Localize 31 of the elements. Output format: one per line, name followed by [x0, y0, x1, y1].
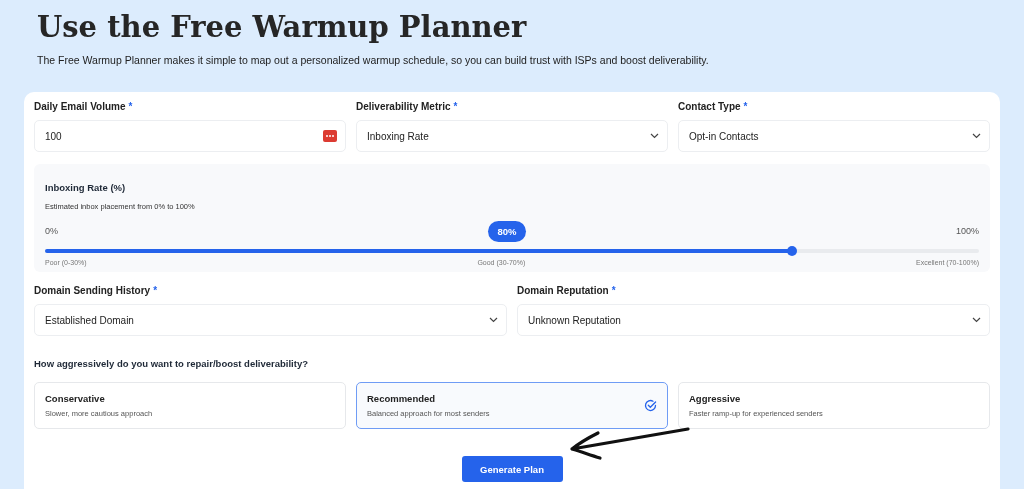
min-label: 0% — [45, 226, 58, 236]
required-mark: * — [611, 285, 616, 297]
chevron-down-icon — [489, 317, 498, 323]
field-label: Deliverability Metric — [356, 101, 451, 113]
value-bubble: 80% — [488, 220, 526, 242]
select-field[interactable]: Unknown Reputation — [517, 304, 990, 336]
input-field[interactable]: 100 — [34, 120, 346, 152]
required-mark: * — [153, 285, 158, 297]
chevron-down-icon — [972, 317, 981, 323]
slider-title: Inboxing Rate (%) — [45, 182, 126, 193]
page-title: Use the Free Warmup Planner — [37, 9, 528, 44]
slider-track[interactable] — [45, 249, 979, 253]
page-subtitle: The Free Warmup Planner makes it simple to map out a personalized warmup schedule, so you can build trust with ISPs and boost deliverability. — [37, 54, 709, 66]
generate-button[interactable]: Generate Plan — [461, 456, 563, 482]
required-mark: * — [128, 101, 133, 113]
select-field[interactable]: Opt-in Contacts — [678, 120, 990, 152]
options-icon[interactable] — [323, 130, 337, 142]
question-label: How aggressively do you want to repair/boost deliverability? — [34, 358, 308, 369]
required-mark: * — [453, 101, 458, 113]
slider-thumb[interactable] — [787, 246, 798, 256]
chevron-down-icon — [972, 133, 981, 139]
max-label: 100% — [955, 226, 979, 236]
select-field[interactable]: Established Domain — [34, 304, 507, 336]
field-label: Contact Type — [678, 101, 741, 113]
field-label: Domain Reputation — [517, 285, 609, 297]
field-label: Daily Email Volume — [34, 101, 126, 113]
check-circle-icon — [644, 399, 657, 412]
select-field[interactable]: Inboxing Rate — [356, 120, 668, 152]
field-label: Domain Sending History — [34, 285, 151, 297]
required-mark: * — [743, 101, 748, 113]
chevron-down-icon — [650, 133, 659, 139]
